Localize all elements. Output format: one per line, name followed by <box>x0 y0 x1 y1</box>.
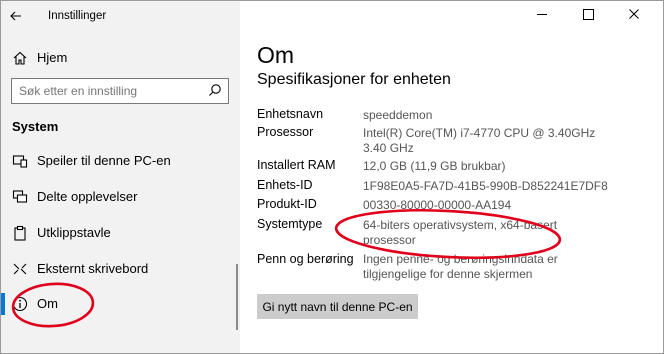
sidebar-item-shared-experiences[interactable]: Delte opplevelser <box>1 182 237 212</box>
section-heading: Spesifikasjoner for enheten <box>257 71 451 88</box>
sidebar-item-remote-desktop[interactable]: Eksternt skrivebord <box>1 254 237 284</box>
search-input[interactable] <box>17 81 201 101</box>
minimize-icon <box>537 13 547 15</box>
sidebar-item-clipboard[interactable]: Utklippstavle <box>1 218 237 248</box>
sidebar-item-label: Utklippstavle <box>37 225 111 240</box>
sidebar-scrollbar[interactable] <box>236 264 238 330</box>
close-icon <box>629 9 639 19</box>
spec-value-pen-touch-line2: tilgjengelige for denne skjermen <box>363 267 533 281</box>
search-icon <box>208 83 222 97</box>
section-title: System <box>12 119 59 134</box>
spec-label-product-id: Produkt-ID <box>257 197 317 211</box>
search-box[interactable] <box>11 78 229 104</box>
sidebar-item-home[interactable]: Hjem <box>1 43 237 73</box>
annotation-circle-system-type <box>334 208 562 260</box>
spec-value-device-id: 1F98E0A5-FA7D-41B5-990B-D852241E7DF8 <box>363 179 608 193</box>
remote-desktop-icon <box>11 260 29 278</box>
sidebar-item-label: Speiler til denne PC-en <box>37 153 171 168</box>
project-icon <box>11 152 29 170</box>
spec-label-ram: Installert RAM <box>257 158 336 172</box>
home-icon <box>11 49 29 67</box>
spec-value-ram: 12,0 GB (11,9 GB brukbar) <box>363 159 506 173</box>
minimize-button[interactable] <box>519 1 565 27</box>
sidebar-item-label: Delte opplevelser <box>37 189 138 204</box>
back-arrow-icon <box>10 11 21 21</box>
sidebar-item-label: Eksternt skrivebord <box>37 261 149 276</box>
selection-indicator <box>1 293 5 315</box>
annotation-circle-about <box>11 282 95 328</box>
spec-label-device-id: Enhets-ID <box>257 178 313 192</box>
clipboard-icon <box>11 224 29 242</box>
back-button[interactable] <box>1 1 31 31</box>
shared-experiences-icon <box>11 188 29 206</box>
spec-value-processor-line2: 3.40 GHz <box>363 141 414 155</box>
maximize-icon <box>582 8 594 20</box>
sidebar: Innstillinger Hjem System Speiler til de… <box>1 1 240 353</box>
sidebar-item-label: Hjem <box>37 50 68 65</box>
maximize-button[interactable] <box>565 1 611 27</box>
settings-window: Innstillinger Hjem System Speiler til de… <box>0 0 664 354</box>
spec-label-system-type: Systemtype <box>257 217 323 231</box>
spec-label-device-name: Enhetsnavn <box>257 107 324 121</box>
sidebar-item-project[interactable]: Speiler til denne PC-en <box>1 146 237 176</box>
rename-pc-button[interactable]: Gi nytt navn til denne PC-en <box>257 294 418 319</box>
spec-value-device-name: speeddemon <box>363 108 433 122</box>
spec-label-processor: Prosessor <box>257 125 314 139</box>
spec-value-processor: Intel(R) Core(TM) i7-4770 CPU @ 3.40GHz <box>363 126 596 140</box>
page-title: Om <box>257 42 295 68</box>
close-button[interactable] <box>611 1 657 27</box>
main-content: Om Spesifikasjoner for enheten Enhetsnav… <box>240 1 663 353</box>
window-title: Innstillinger <box>48 10 107 22</box>
